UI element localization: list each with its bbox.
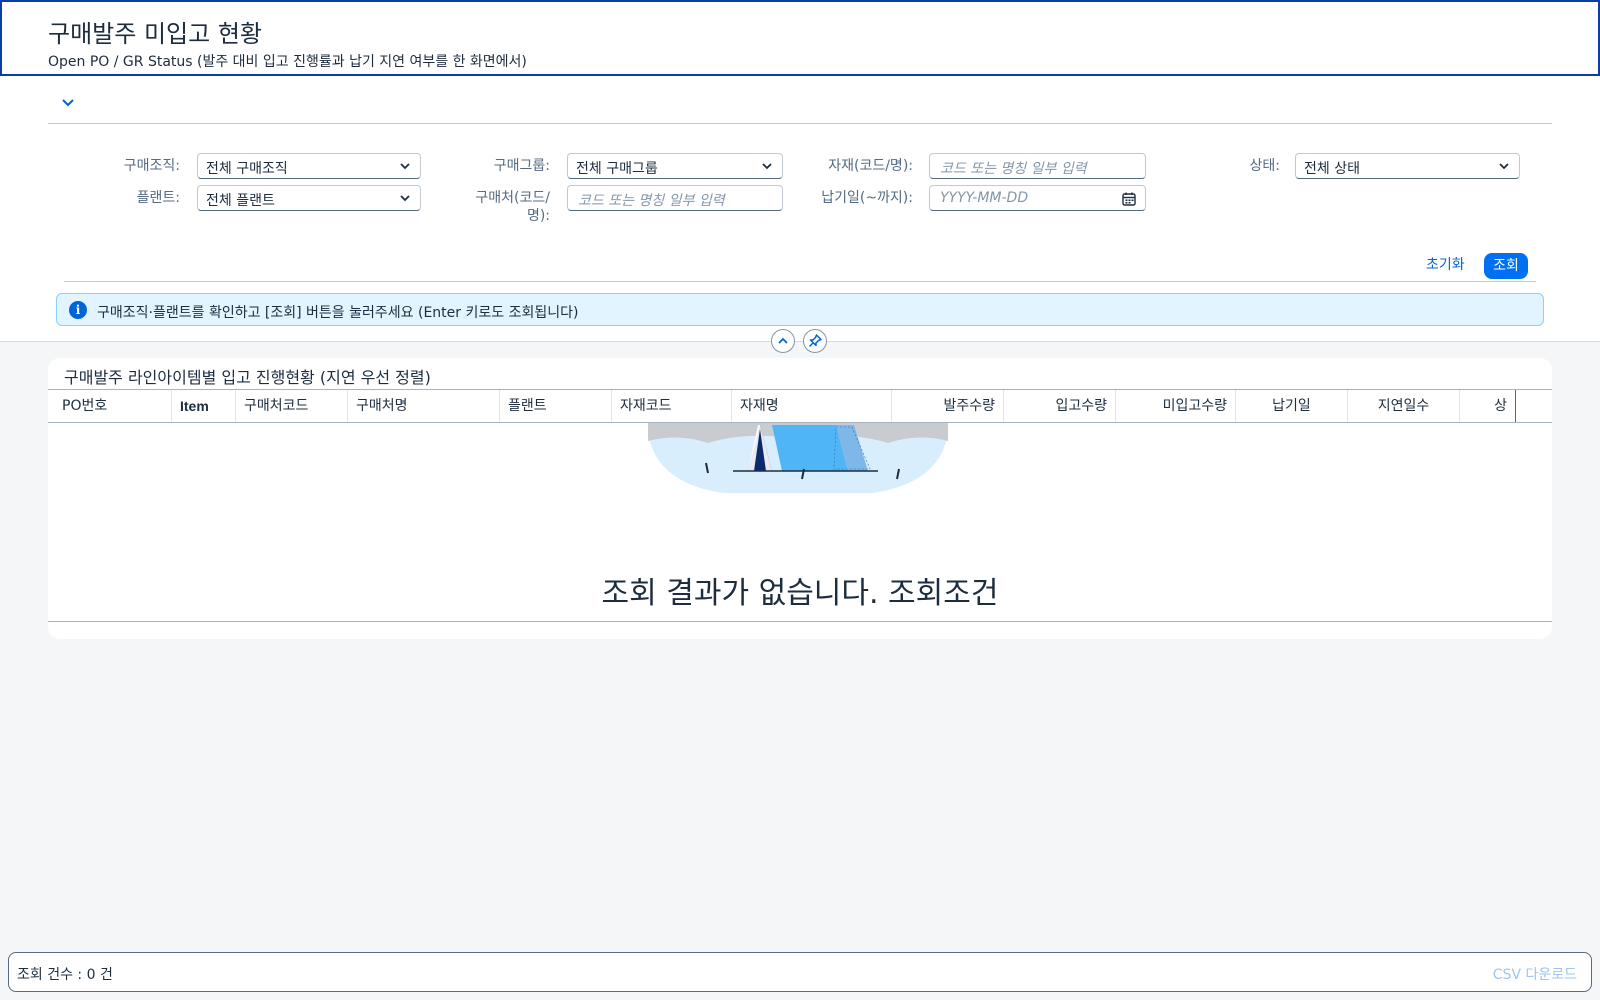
purch-group-label: 구매그룹: [493, 158, 550, 174]
status-label: 상태: [1249, 158, 1280, 174]
vendor-input[interactable]: 코드 또는 명칭 일부 입력 [567, 185, 783, 211]
page-title: 구매발주 미입고 현황 [48, 20, 262, 48]
filter-divider [48, 123, 1552, 124]
actions-divider [64, 281, 1536, 282]
delivery-date-placeholder: YYYY-MM-DD [940, 190, 1029, 206]
reset-button[interactable]: 초기화 [1418, 252, 1473, 278]
column-header-material-name[interactable]: 자재명 [732, 390, 892, 422]
chevron-down-icon [62, 99, 74, 107]
status-value: 전체 상태 [1304, 161, 1360, 177]
column-header-plant[interactable]: 플랜트 [500, 390, 612, 422]
calendar-icon[interactable] [1121, 191, 1137, 207]
info-message-strip: i 구매조직·플랜트를 확인하고 [조회] 버튼을 눌러주세요 (Enter 키… [56, 293, 1544, 326]
pin-header-button[interactable] [803, 329, 827, 353]
chevron-down-icon [762, 163, 772, 170]
column-header-po-number[interactable]: PO번호 [48, 390, 172, 422]
purch-org-select[interactable]: 전체 구매조직 [197, 153, 421, 179]
result-count-text: 조회 건수 : 0 건 [17, 967, 113, 983]
results-table-card: 구매발주 라인아이템별 입고 진행현황 (지연 우선 정렬) PO번호 Item… [48, 358, 1552, 639]
column-header-open-qty[interactable]: 미입고수량 [1116, 390, 1236, 422]
column-header-material-code[interactable]: 자재코드 [612, 390, 732, 422]
purch-group-value: 전체 구매그룹 [576, 161, 658, 177]
column-header-status[interactable]: 상 [1460, 390, 1516, 422]
status-select[interactable]: 전체 상태 [1295, 153, 1520, 179]
vendor-label-line2: 명): [526, 208, 550, 224]
vendor-placeholder: 코드 또는 명칭 일부 입력 [578, 193, 725, 209]
search-button[interactable]: 조회 [1484, 253, 1528, 279]
page-header: 구매발주 미입고 현황 Open PO / GR Status (발주 대비 입… [0, 0, 1600, 76]
vendor-label: 구매처(코드/ 명): [440, 189, 550, 225]
page-subtitle: Open PO / GR Status (발주 대비 입고 진행률과 납기 지연… [48, 54, 527, 70]
purch-org-value: 전체 구매조직 [206, 161, 288, 177]
table-title: 구매발주 라인아이템별 입고 진행현황 (지연 우선 정렬) [64, 368, 431, 387]
chevron-down-icon [400, 163, 410, 170]
filter-bar: 구매조직: 전체 구매조직 구매그룹: 전체 구매그룹 자재(코드/명): 코드… [0, 76, 1600, 342]
purch-group-select[interactable]: 전체 구매그룹 [567, 153, 783, 179]
collapse-filter-toggle[interactable] [58, 92, 78, 112]
column-header-delivery-date[interactable]: 납기일 [1236, 390, 1348, 422]
chevron-down-icon [1499, 163, 1509, 170]
chevron-down-icon [400, 195, 410, 202]
column-header-order-qty[interactable]: 발주수량 [892, 390, 1004, 422]
footer-toolbar: 조회 건수 : 0 건 CSV 다운로드 [8, 952, 1592, 992]
column-header-vendor-code[interactable]: 구매처코드 [236, 390, 348, 422]
pin-icon [808, 334, 822, 348]
delivery-date-label: 납기일(~까지): [821, 190, 913, 206]
info-icon: i [69, 301, 87, 319]
material-input[interactable]: 코드 또는 명칭 일부 입력 [929, 153, 1146, 179]
material-label: 자재(코드/명): [828, 158, 913, 174]
column-header-gr-qty[interactable]: 입고수량 [1004, 390, 1116, 422]
table-header-row: PO번호 Item 구매처코드 구매처명 플랜트 자재코드 자재명 발주수량 입… [48, 389, 1552, 423]
plant-value: 전체 플랜트 [206, 193, 275, 209]
purch-org-label: 구매조직: [123, 158, 180, 174]
column-header-delay-days[interactable]: 지연일수 [1348, 390, 1460, 422]
plant-label: 플랜트: [136, 190, 180, 206]
chevron-up-icon [778, 337, 788, 344]
vendor-label-line1: 구매처(코드/ [475, 190, 550, 206]
material-placeholder: 코드 또는 명칭 일부 입력 [940, 161, 1087, 177]
table-bottom-divider [48, 621, 1552, 622]
column-header-item[interactable]: Item [172, 390, 236, 422]
plant-select[interactable]: 전체 플랜트 [197, 185, 421, 211]
collapse-header-button[interactable] [771, 329, 795, 353]
info-message-text: 구매조직·플랜트를 확인하고 [조회] 버튼을 눌러주세요 (Enter 키로도… [97, 305, 579, 321]
no-data-text: 조회 결과가 없습니다. 조회조건 [601, 576, 999, 611]
no-data-illustration [648, 423, 948, 493]
column-header-vendor-name[interactable]: 구매처명 [348, 390, 500, 422]
csv-download-button[interactable]: CSV 다운로드 [1493, 964, 1577, 984]
delivery-date-input[interactable]: YYYY-MM-DD [929, 185, 1146, 211]
